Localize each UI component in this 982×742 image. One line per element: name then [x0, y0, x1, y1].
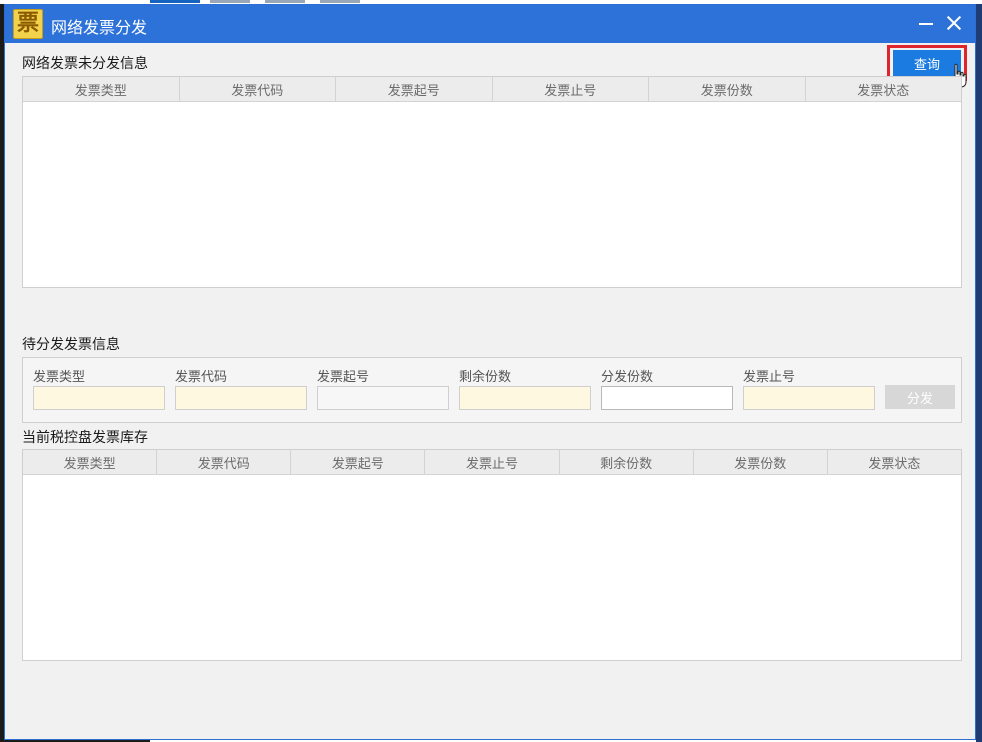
- background-tab: [210, 0, 250, 3]
- window-title: 网络发票分发: [51, 18, 148, 37]
- background-tab: [265, 0, 305, 3]
- distribute-button[interactable]: 分发: [885, 385, 955, 409]
- field-label: 剩余份数: [459, 370, 512, 385]
- invoice-distribution-window: 票 网络发票分发 网络发票未分发信息 查询 发票类型 发票代码 发票起号 发票止…: [4, 4, 976, 740]
- distribute-count-field[interactable]: [601, 386, 733, 410]
- column-header[interactable]: 剩余份数: [560, 450, 694, 474]
- unissued-invoice-table: 发票类型 发票代码 发票起号 发票止号 发票份数 发票状态: [22, 76, 962, 288]
- column-header[interactable]: 发票起号: [336, 77, 493, 101]
- invoice-end-number-field[interactable]: [743, 386, 875, 410]
- column-header[interactable]: 发票止号: [425, 450, 560, 474]
- column-header[interactable]: 发票代码: [180, 77, 336, 101]
- column-header[interactable]: 发票份数: [694, 450, 828, 474]
- column-header[interactable]: 发票类型: [23, 77, 180, 101]
- field-label: 发票类型: [33, 370, 86, 385]
- column-header[interactable]: 发票起号: [291, 450, 426, 474]
- pending-section-title: 待分发发票信息: [22, 337, 120, 353]
- close-icon[interactable]: [943, 12, 965, 34]
- remaining-count-field[interactable]: [459, 386, 591, 410]
- column-header[interactable]: 发票止号: [493, 77, 649, 101]
- column-header[interactable]: 发票份数: [649, 77, 806, 101]
- inventory-table: 发票类型 发票代码 发票起号 发票止号 剩余份数 发票份数 发票状态: [22, 449, 962, 661]
- background-tab: [150, 0, 200, 3]
- title-bar[interactable]: 票 网络发票分发: [5, 5, 975, 43]
- field-label: 发票代码: [175, 370, 228, 385]
- field-label: 分发份数: [601, 370, 654, 385]
- invoice-start-number-field[interactable]: [317, 386, 449, 410]
- inventory-section-title: 当前税控盘发票库存: [22, 430, 148, 446]
- column-header[interactable]: 发票状态: [828, 450, 961, 474]
- column-header[interactable]: 发票代码: [157, 450, 292, 474]
- field-label: 发票止号: [743, 370, 796, 385]
- minimize-icon[interactable]: [915, 12, 937, 34]
- pending-distribution-form: 发票类型 发票代码 发票起号 剩余份数 分发份数 发票止号 分发: [22, 357, 962, 423]
- inventory-table-header: 发票类型 发票代码 发票起号 发票止号 剩余份数 发票份数 发票状态: [23, 450, 961, 475]
- unissued-section-title: 网络发票未分发信息: [22, 56, 148, 72]
- invoice-app-icon: 票: [13, 9, 43, 39]
- column-header[interactable]: 发票状态: [806, 77, 962, 101]
- background-tab: [320, 0, 360, 3]
- invoice-type-field[interactable]: [33, 386, 165, 410]
- field-label: 发票起号: [317, 370, 370, 385]
- invoice-code-field[interactable]: [175, 386, 307, 410]
- column-header[interactable]: 发票类型: [23, 450, 158, 474]
- unissued-table-header: 发票类型 发票代码 发票起号 发票止号 发票份数 发票状态: [23, 77, 961, 102]
- background-right-edge: [976, 4, 982, 742]
